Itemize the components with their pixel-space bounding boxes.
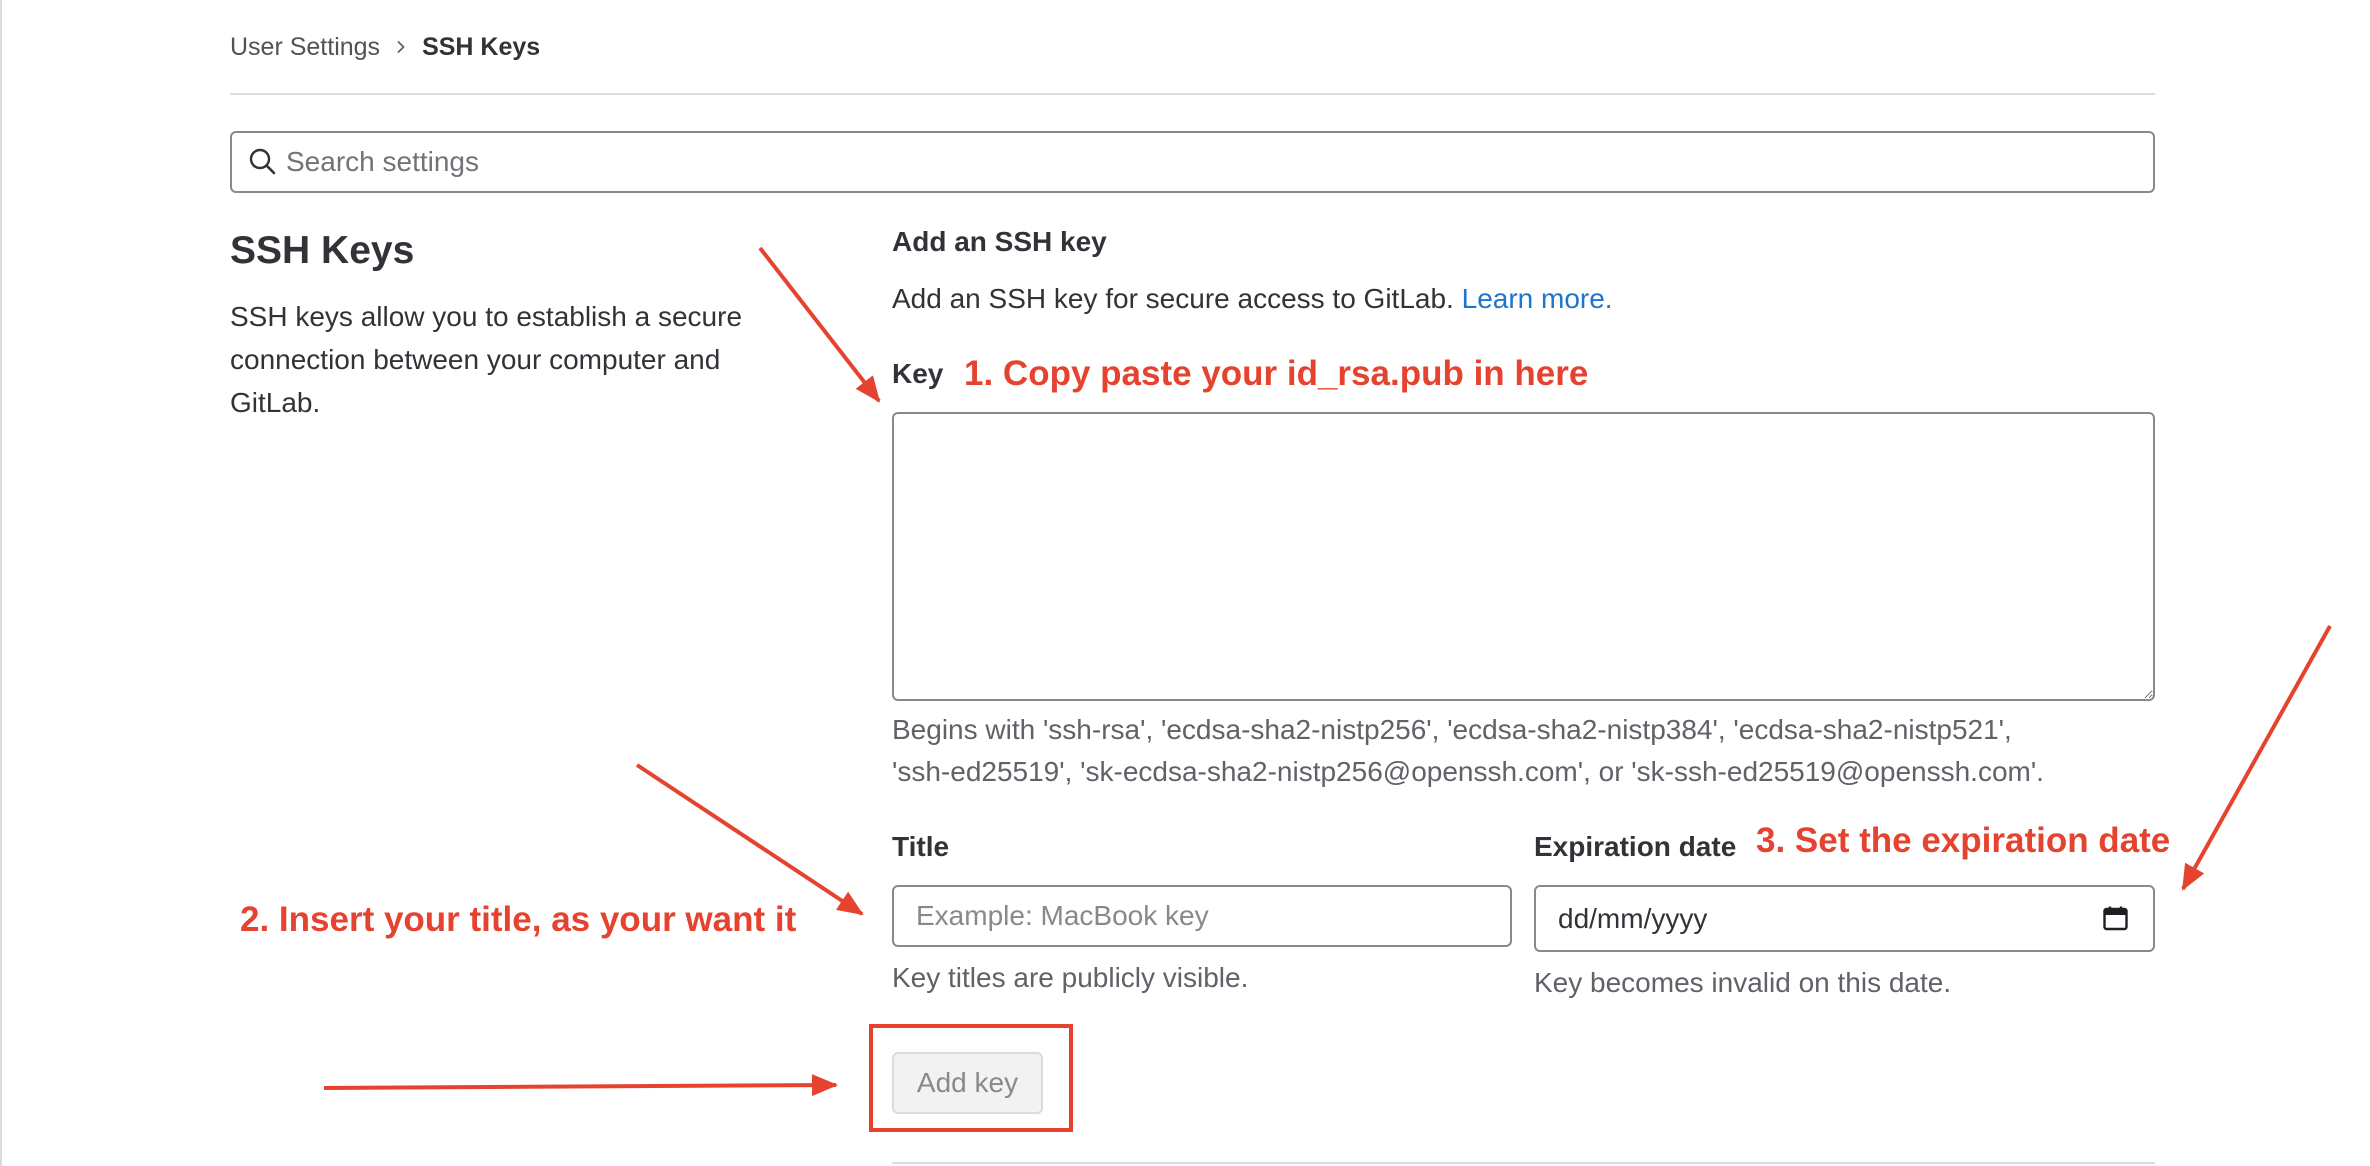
title-input[interactable]: [892, 885, 1512, 947]
key-help-text: Begins with 'ssh-rsa', 'ecdsa-sha2-nistp…: [892, 714, 2044, 787]
arrow-to-title-input: [635, 763, 864, 916]
arrow-to-key-textarea: [758, 246, 881, 403]
learn-more-link[interactable]: Learn more.: [1462, 283, 1613, 314]
breadcrumb-current: SSH Keys: [422, 33, 541, 61]
arrow-to-expiration-date: [2181, 625, 2332, 891]
arrow-to-add-key-button: [323, 1074, 838, 1097]
page-left-border: [0, 0, 2, 1166]
breadcrumb-user-settings[interactable]: User Settings: [230, 29, 380, 65]
chevron-right-icon: [397, 41, 405, 53]
breadcrumb: User Settings SSH Keys: [230, 29, 540, 65]
section-description: SSH keys allow you to establish a secure…: [230, 301, 743, 418]
calendar-icon[interactable]: [2102, 905, 2129, 932]
expiration-date-input[interactable]: [1536, 887, 2153, 950]
form-heading: Add an SSH key: [892, 226, 1107, 257]
calendar-icon-header: [2104, 909, 2127, 915]
key-textarea[interactable]: [892, 412, 2155, 701]
title-label: Title: [892, 831, 950, 862]
search-input[interactable]: [232, 133, 2153, 191]
annotation-expiration-instruction: 3. Set the expiration date: [1756, 821, 2171, 860]
header-divider: [230, 93, 2155, 95]
form-intro-text: Add an SSH key for secure access to GitL…: [892, 283, 1454, 314]
form-bottom-divider: [892, 1162, 2155, 1164]
expiration-date-field[interactable]: [1534, 885, 2155, 952]
key-label: Key: [892, 358, 944, 389]
annotation-key-instruction: 1. Copy paste your id_rsa.pub in here: [964, 354, 1589, 393]
add-key-button[interactable]: Add key: [892, 1052, 1043, 1114]
section-title: SSH Keys: [230, 229, 415, 272]
chevron-right-icon-path: [397, 41, 405, 53]
form-intro: Add an SSH key for secure access to GitL…: [892, 279, 1613, 319]
annotation-title-instruction: 2. Insert your title, as your want it: [240, 900, 797, 939]
expiration-date-label: Expiration date: [1534, 831, 1737, 862]
expiration-help-text: Key becomes invalid on this date.: [1534, 967, 1952, 998]
settings-search[interactable]: [230, 131, 2155, 193]
title-help-text: Key titles are publicly visible.: [892, 962, 1249, 993]
